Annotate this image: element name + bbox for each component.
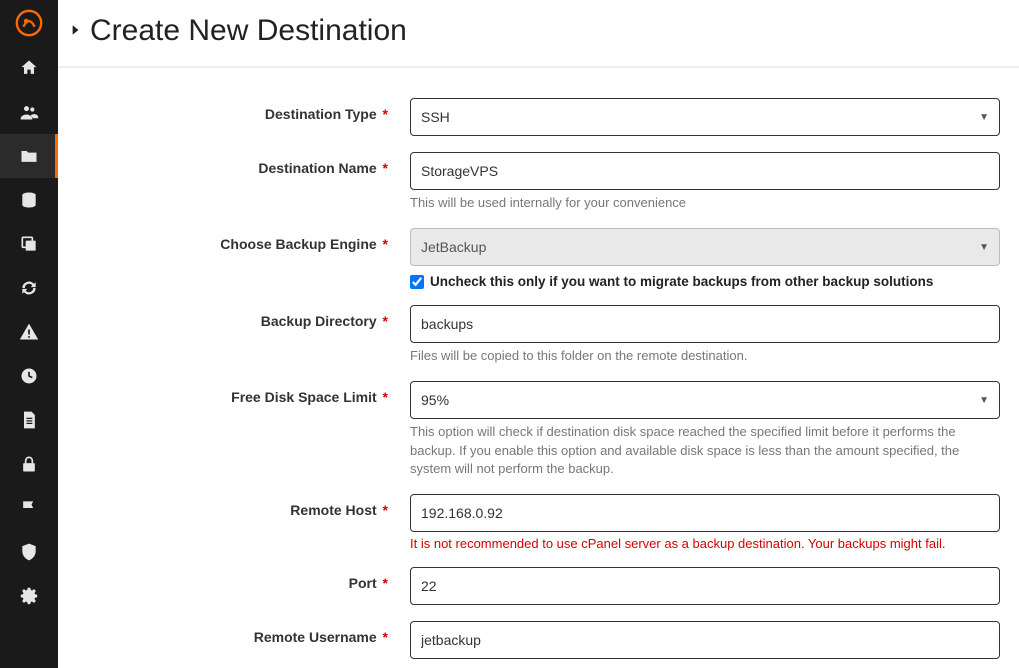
flag-icon (19, 498, 39, 518)
sidebar-logo[interactable] (0, 0, 58, 46)
sidebar-item-shield[interactable] (0, 530, 58, 574)
input-remote-username[interactable] (410, 621, 1000, 659)
select-free-disk[interactable]: 95% ▼ (410, 381, 1000, 419)
input-port[interactable] (410, 567, 1000, 605)
sidebar-item-lock[interactable] (0, 442, 58, 486)
label-free-disk: Free Disk Space Limit * (70, 381, 410, 405)
row-backup-engine: Choose Backup Engine * JetBackup ▼ Unche… (70, 228, 1007, 289)
sidebar-item-clock[interactable] (0, 354, 58, 398)
sidebar-item-home[interactable] (0, 46, 58, 90)
sidebar-item-file[interactable] (0, 398, 58, 442)
input-destination-name[interactable] (410, 152, 1000, 190)
select-destination-type[interactable]: SSH ▼ (410, 98, 1000, 136)
file-icon (19, 410, 39, 430)
main: Create New Destination Destination Type … (58, 0, 1019, 668)
sidebar-item-sync[interactable] (0, 266, 58, 310)
help-backup-directory: Files will be copied to this folder on t… (410, 347, 1000, 365)
select-free-disk-value: 95% (421, 392, 449, 408)
logo-icon (14, 8, 44, 38)
row-free-disk: Free Disk Space Limit * 95% ▼ This optio… (70, 381, 1007, 478)
header: Create New Destination (58, 0, 1019, 68)
sidebar-item-database[interactable] (0, 178, 58, 222)
sidebar-item-folder[interactable] (0, 134, 58, 178)
select-backup-engine[interactable]: JetBackup ▼ (410, 228, 1000, 266)
sidebar-item-users[interactable] (0, 90, 58, 134)
label-destination-name: Destination Name * (70, 152, 410, 176)
sidebar-item-copy[interactable] (0, 222, 58, 266)
chevron-down-icon: ▼ (979, 112, 989, 123)
row-remote-username: Remote Username * (70, 621, 1007, 659)
home-icon (19, 58, 39, 78)
label-backup-engine: Choose Backup Engine * (70, 228, 410, 252)
clock-icon (19, 366, 39, 386)
row-backup-directory: Backup Directory * Files will be copied … (70, 305, 1007, 365)
shield-icon (19, 542, 39, 562)
row-destination-type: Destination Type * SSH ▼ (70, 98, 1007, 136)
copy-icon (19, 234, 39, 254)
database-icon (19, 190, 39, 210)
form-content: Destination Type * SSH ▼ Destination Nam… (58, 68, 1019, 668)
page-title: Create New Destination (90, 14, 407, 48)
sidebar-item-alert[interactable] (0, 310, 58, 354)
sidebar-item-settings[interactable] (0, 574, 58, 618)
sync-icon (19, 278, 39, 298)
input-backup-directory[interactable] (410, 305, 1000, 343)
row-port: Port * (70, 567, 1007, 605)
label-remote-host: Remote Host * (70, 494, 410, 518)
select-backup-engine-value: JetBackup (421, 239, 486, 255)
checkbox-migrate-backups-label: Uncheck this only if you want to migrate… (430, 274, 933, 289)
warn-remote-host: It is not recommended to use cPanel serv… (410, 536, 1000, 551)
label-destination-type: Destination Type * (70, 98, 410, 122)
input-remote-host[interactable] (410, 494, 1000, 532)
chevron-down-icon: ▼ (979, 242, 989, 253)
caret-right-icon (68, 23, 82, 37)
breadcrumb-caret[interactable] (68, 23, 82, 40)
sidebar (0, 0, 58, 668)
alert-icon (19, 322, 39, 342)
lock-icon (19, 454, 39, 474)
help-destination-name: This will be used internally for your co… (410, 194, 1000, 212)
row-remote-host: Remote Host * It is not recommended to u… (70, 494, 1007, 551)
gear-icon (19, 586, 39, 606)
row-destination-name: Destination Name * This will be used int… (70, 152, 1007, 212)
checkbox-migrate-backups[interactable] (410, 275, 424, 289)
sidebar-item-flag[interactable] (0, 486, 58, 530)
label-remote-username: Remote Username * (70, 621, 410, 645)
users-icon (19, 102, 39, 122)
label-backup-directory: Backup Directory * (70, 305, 410, 329)
select-destination-type-value: SSH (421, 109, 450, 125)
help-free-disk: This option will check if destination di… (410, 423, 1000, 478)
label-port: Port * (70, 567, 410, 591)
folder-icon (19, 146, 39, 166)
chevron-down-icon: ▼ (979, 395, 989, 406)
